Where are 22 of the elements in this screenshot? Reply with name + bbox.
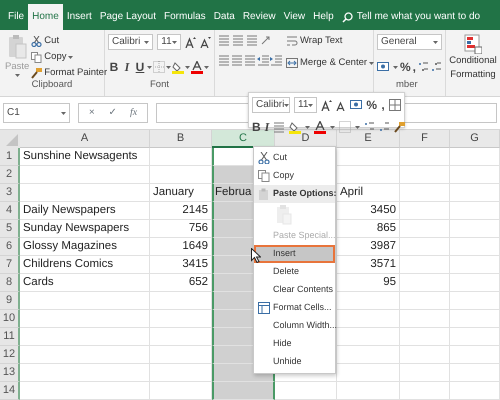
- table-cell: 95: [337, 274, 400, 292]
- group-label: Font: [148, 78, 170, 92]
- field-value: Calibri: [112, 35, 140, 49]
- table-cell: 3987: [337, 238, 400, 256]
- table-cell: Childrens Comics: [20, 256, 150, 274]
- table-cell: Sunshine Newsagents: [20, 148, 150, 166]
- field-value: Calibri: [256, 98, 284, 112]
- table-cell: 3571: [337, 256, 400, 274]
- table-cell: Cards: [20, 274, 150, 292]
- field-value: 11: [161, 35, 172, 49]
- table-cell: 3450: [337, 202, 400, 220]
- field-value: General: [381, 35, 417, 49]
- table-cell: 865: [337, 220, 400, 238]
- group-label: Clipboard: [30, 78, 74, 92]
- field-value: C1: [7, 106, 20, 120]
- table-cell: Sunday Newspapers: [20, 220, 150, 238]
- table-cell: April: [337, 184, 400, 202]
- field-value: 11: [298, 98, 308, 112]
- table-cell: Glossy Magazines: [20, 238, 150, 256]
- table-cell: Daily Newspapers: [20, 202, 150, 220]
- menu-heading: Paste Options:: [254, 185, 335, 203]
- group-label: mber: [396, 78, 418, 92]
